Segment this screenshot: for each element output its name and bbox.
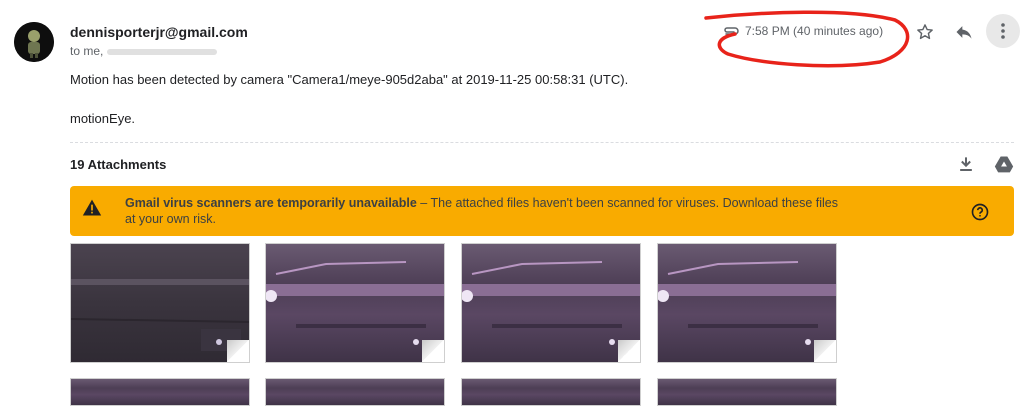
drive-icon <box>994 156 1014 173</box>
file-corner <box>227 340 249 362</box>
warning-title: Gmail virus scanners are temporarily una… <box>125 196 417 210</box>
help-icon[interactable] <box>971 203 989 221</box>
reply-icon <box>956 26 972 39</box>
message-body-line: Motion has been detected by camera "Came… <box>70 72 629 87</box>
more-options-button[interactable] <box>986 14 1020 48</box>
message-signature: motionEye. <box>70 111 136 126</box>
reply-button[interactable] <box>950 18 978 46</box>
attachments-title: 19 Attachments <box>70 157 167 172</box>
attachment-thumbnail[interactable] <box>265 243 445 363</box>
virus-scan-warning-banner: Gmail virus scanners are temporarily una… <box>70 186 1014 236</box>
attachment-thumbnail[interactable] <box>657 243 837 363</box>
more-vert-icon <box>1001 23 1005 39</box>
star-icon <box>917 24 933 40</box>
download-all-button[interactable] <box>956 154 976 174</box>
attachment-thumbnail[interactable] <box>461 243 641 363</box>
save-to-drive-button[interactable] <box>994 154 1014 174</box>
star-button[interactable] <box>911 18 939 46</box>
file-corner <box>618 340 640 362</box>
warning-message: Gmail virus scanners are temporarily una… <box>125 195 845 227</box>
warning-icon <box>82 199 102 216</box>
file-corner <box>814 340 836 362</box>
attachment-thumbnail[interactable] <box>70 243 250 363</box>
file-corner <box>422 340 444 362</box>
download-icon <box>960 157 972 171</box>
attachments-divider <box>70 142 1014 143</box>
